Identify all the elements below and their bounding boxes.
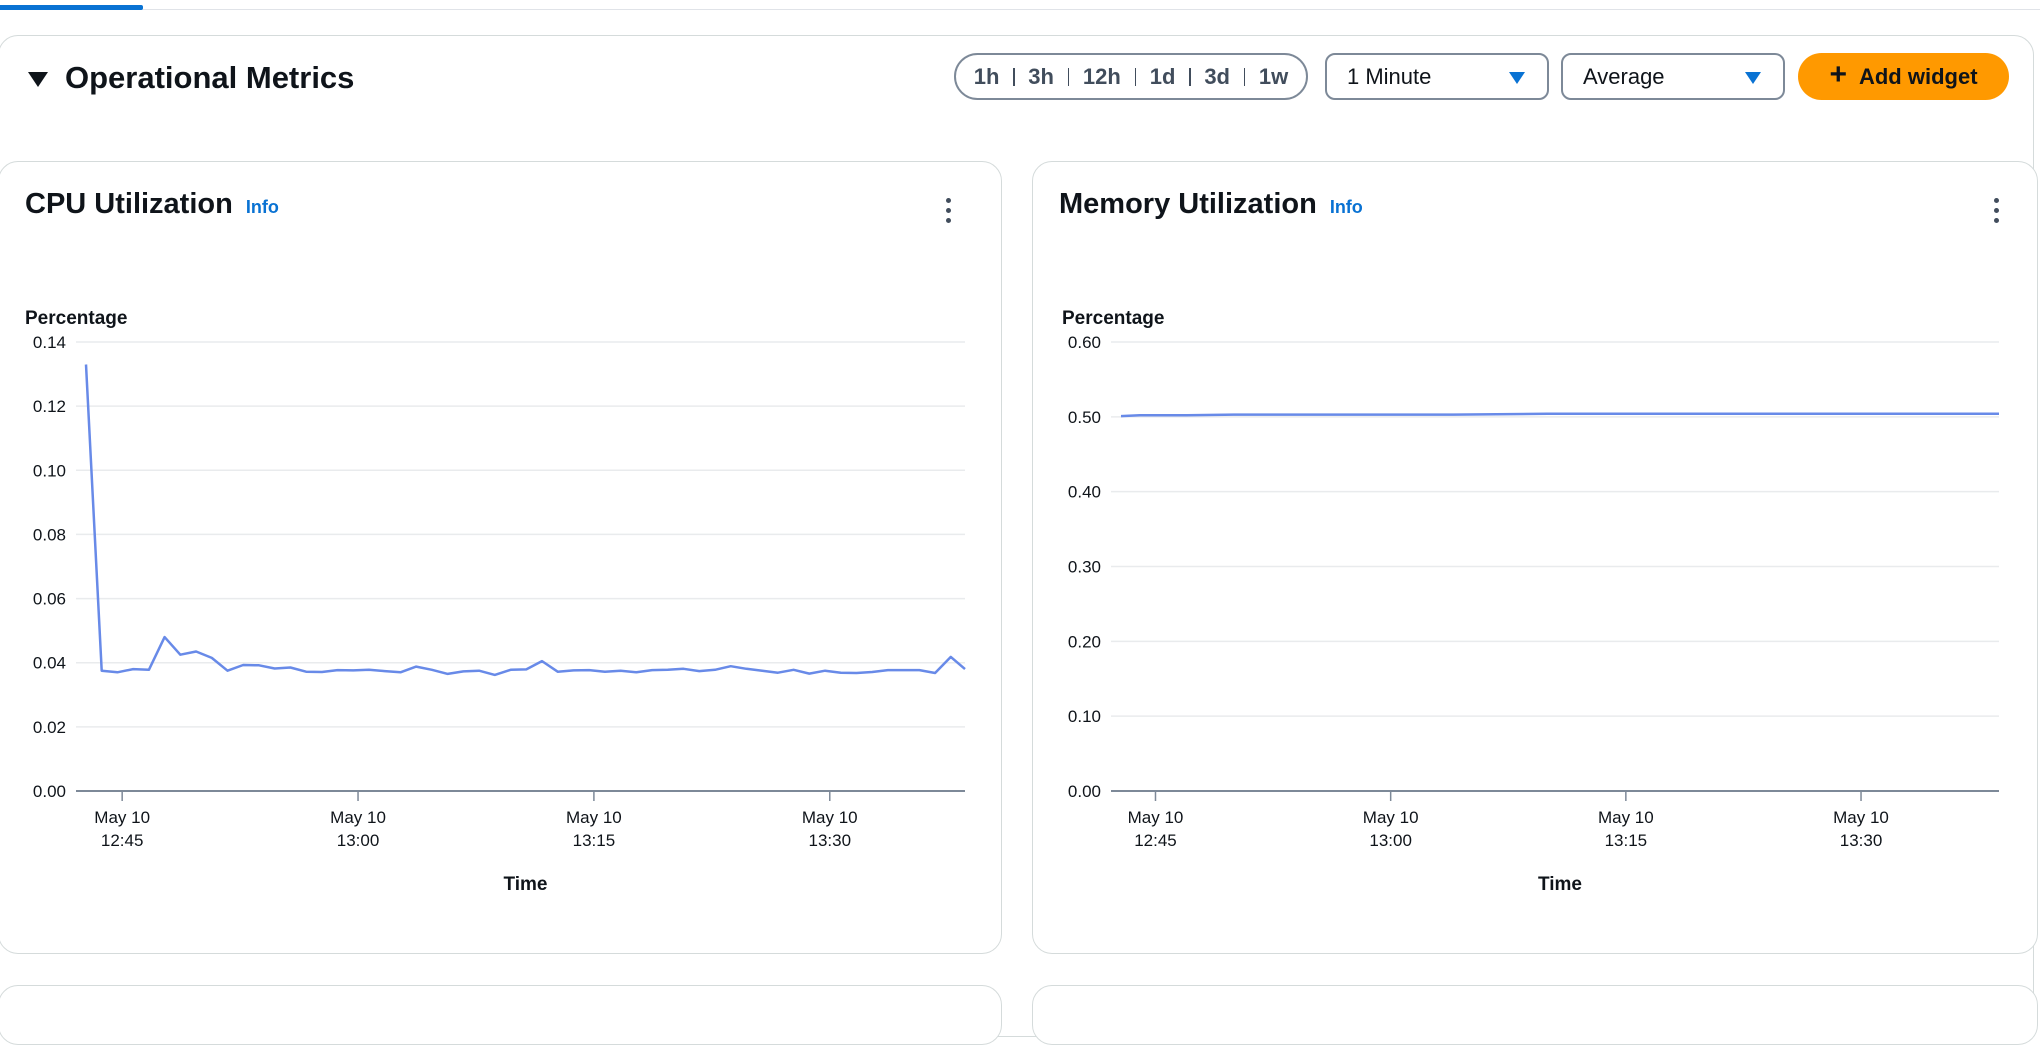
y-tick-label: 0.10 — [1068, 707, 1101, 726]
x-tick-date-label: May 10 — [330, 808, 386, 827]
y-tick-label: 0.50 — [1068, 408, 1101, 427]
x-tick-date-label: May 10 — [1363, 808, 1419, 827]
time-range-selector: 1h 3h 12h 1d 3d 1w — [954, 53, 1308, 100]
range-3d-button[interactable]: 3d — [1198, 64, 1236, 90]
next-widget-left — [0, 985, 1002, 1045]
y-tick-label: 0.04 — [33, 654, 66, 673]
plus-icon: + — [1829, 58, 1847, 91]
x-tick-date-label: May 10 — [802, 808, 858, 827]
range-separator — [1013, 67, 1015, 86]
range-1d-button[interactable]: 1d — [1144, 64, 1182, 90]
x-tick-time-label: 13:00 — [337, 831, 380, 850]
range-separator — [1134, 67, 1137, 86]
range-separator — [1067, 67, 1070, 86]
range-3h-button[interactable]: 3h — [1022, 64, 1060, 90]
range-1w-button[interactable]: 1w — [1253, 64, 1294, 90]
statistic-dropdown[interactable]: Average — [1561, 53, 1785, 100]
dropdown-caret-icon — [1509, 72, 1525, 84]
y-tick-label: 0.20 — [1068, 632, 1101, 651]
active-tab-indicator — [0, 5, 143, 10]
series-line[interactable] — [84, 364, 966, 677]
statistic-dropdown-value: Average — [1583, 63, 1665, 89]
y-tick-label: 0.08 — [33, 525, 66, 544]
top-divider — [0, 9, 2040, 10]
y-tick-label: 0.10 — [33, 461, 66, 480]
y-tick-label: 0.60 — [1068, 333, 1101, 352]
y-tick-label: 0.40 — [1068, 483, 1101, 502]
cpu-utilization-chart: Percentage 0.14 0.12 0.10 0.08 0.06 0.04 0.02 0.… — [25, 308, 966, 895]
x-tick-date-label: May 10 — [566, 808, 622, 827]
y-tick-label: 0.00 — [33, 782, 66, 801]
x-tick-time-label: 13:15 — [1605, 831, 1648, 850]
add-widget-button[interactable]: + Add widget — [1798, 53, 2009, 100]
section-title: Operational Metrics — [65, 60, 355, 95]
caret-down-icon — [28, 71, 48, 87]
x-tick-time-label: 12:45 — [101, 831, 144, 850]
next-widget-right — [1032, 985, 2038, 1045]
series-line[interactable] — [1120, 412, 1999, 418]
y-tick-label: 0.12 — [33, 397, 66, 416]
range-12h-button[interactable]: 12h — [1077, 64, 1127, 90]
y-tick-label: 0.30 — [1068, 558, 1101, 577]
y-tick-label: 0.14 — [33, 333, 66, 352]
x-tick-date-label: May 10 — [1128, 808, 1184, 827]
x-tick-date-label: May 10 — [1598, 808, 1654, 827]
memory-utilization-widget: Memory Utilization Info Percentage 0.60 0.… — [1032, 161, 2038, 954]
x-axis-title: Time — [503, 874, 547, 895]
x-tick-date-label: May 10 — [1833, 808, 1889, 827]
x-axis-title: Time — [1538, 874, 1582, 895]
period-dropdown-value: 1 Minute — [1347, 63, 1432, 89]
memory-utilization-chart: Percentage 0.60 0.50 0.40 0.30 0.20 0.10 0.00 Ma… — [1062, 308, 1999, 895]
period-dropdown[interactable]: 1 Minute — [1325, 53, 1549, 100]
x-tick-time-label: 13:15 — [573, 831, 616, 850]
y-tick-label: 0.02 — [33, 718, 66, 737]
cpu-utilization-widget: CPU Utilization Info Percentage 0.14 0.12 0… — [0, 161, 1002, 954]
y-tick-label: 0.06 — [33, 590, 66, 609]
collapse-section-toggle[interactable] — [24, 65, 52, 93]
x-tick-time-label: 13:30 — [808, 831, 851, 850]
add-widget-label: Add widget — [1858, 63, 1978, 89]
y-tick-label: 0.00 — [1068, 782, 1101, 801]
x-tick-time-label: 13:30 — [1840, 831, 1883, 850]
y-axis-title: Percentage — [1062, 308, 1164, 329]
range-1h-button[interactable]: 1h — [968, 64, 1006, 90]
range-separator — [1243, 67, 1246, 86]
x-tick-time-label: 13:00 — [1369, 831, 1412, 850]
x-tick-time-label: 12:45 — [1134, 831, 1177, 850]
x-tick-date-label: May 10 — [94, 808, 150, 827]
dropdown-caret-icon — [1745, 72, 1761, 84]
y-axis-title: Percentage — [25, 308, 127, 329]
range-separator — [1189, 67, 1191, 86]
